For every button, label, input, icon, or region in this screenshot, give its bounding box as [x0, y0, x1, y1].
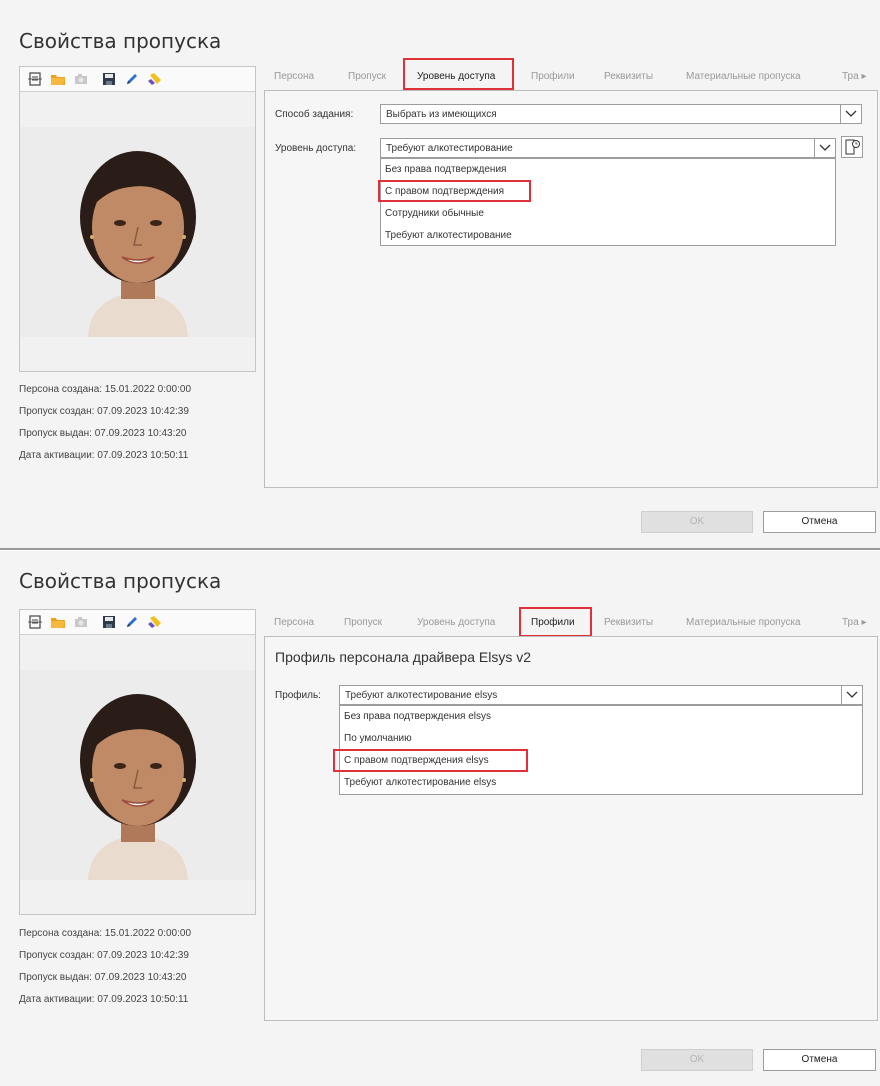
- list-item[interactable]: Без права подтверждения: [381, 159, 835, 181]
- method-select[interactable]: Выбрать из имеющихся: [380, 104, 862, 124]
- chevron-down-icon[interactable]: [841, 686, 862, 704]
- photo-panel: [19, 609, 256, 915]
- save-icon[interactable]: [100, 70, 118, 88]
- pass-created: Пропуск создан: 07.09.2023 10:42:39: [19, 950, 189, 961]
- list-item[interactable]: По умолчанию: [340, 728, 862, 750]
- tab-more[interactable]: Тра ▸: [842, 68, 866, 85]
- card-clock-icon[interactable]: [841, 136, 863, 158]
- photo-toolbar: [20, 67, 255, 92]
- tab-access-level[interactable]: Уровень доступа: [417, 614, 495, 631]
- dialog-bottom: Свойства пропуска Персона создана: 15.01…: [0, 551, 880, 1086]
- access-level-select[interactable]: Требуют алкотестирование: [380, 138, 836, 158]
- save-icon[interactable]: [100, 613, 118, 631]
- eraser-icon[interactable]: [146, 613, 164, 631]
- pass-meta: Персона создана: 15.01.2022 0:00:00 Проп…: [19, 923, 191, 1011]
- option-highlight: [378, 180, 531, 202]
- option-highlight: [333, 749, 528, 772]
- cancel-button[interactable]: Отмена: [763, 1049, 876, 1071]
- chevron-down-icon[interactable]: [814, 139, 835, 157]
- tab-requisites[interactable]: Реквизиты: [604, 68, 653, 85]
- tab-content: Профиль персонала драйвера Elsys v2 Проф…: [264, 636, 878, 1021]
- scan-icon[interactable]: [26, 70, 44, 88]
- cancel-button[interactable]: Отмена: [763, 511, 876, 533]
- eraser-icon[interactable]: [146, 70, 164, 88]
- tab-pass[interactable]: Пропуск: [348, 68, 386, 85]
- tab-material-passes[interactable]: Материальные пропуска: [686, 614, 801, 631]
- person-created: Персона создана: 15.01.2022 0:00:00: [19, 928, 192, 939]
- chevron-down-icon[interactable]: [840, 105, 861, 123]
- dialog-title: Свойства пропуска: [19, 29, 222, 53]
- tab-person[interactable]: Персона: [274, 68, 314, 85]
- tab-more[interactable]: Тра ▸: [842, 614, 866, 631]
- access-level-value: Требуют алкотестирование: [386, 143, 513, 154]
- pass-issued: Пропуск выдан: 07.09.2023 10:43:20: [19, 428, 187, 439]
- profile-heading: Профиль персонала драйвера Elsys v2: [275, 649, 531, 665]
- list-item[interactable]: Сотрудники обычные: [381, 203, 835, 225]
- tab-person[interactable]: Персона: [274, 614, 314, 631]
- camera-icon[interactable]: [72, 613, 90, 631]
- profile-select[interactable]: Требуют алкотестирование elsys: [339, 685, 863, 705]
- list-item[interactable]: Без права подтверждения elsys: [340, 706, 862, 728]
- scan-icon[interactable]: [26, 613, 44, 631]
- tab-highlight: [403, 58, 514, 90]
- tab-content: Способ задания: Выбрать из имеющихся Уро…: [264, 90, 878, 488]
- profile-value: Требуют алкотестирование elsys: [345, 690, 498, 701]
- tab-pass[interactable]: Пропуск: [344, 614, 382, 631]
- camera-icon[interactable]: [72, 70, 90, 88]
- method-value: Выбрать из имеющихся: [386, 109, 497, 120]
- ok-button[interactable]: OK: [641, 511, 753, 533]
- pass-created: Пропуск создан: 07.09.2023 10:42:39: [19, 406, 189, 417]
- list-item[interactable]: Требуют алкотестирование: [381, 225, 835, 247]
- activation-date: Дата активации: 07.09.2023 10:50:11: [19, 994, 189, 1005]
- dialog-top: Свойства пропуска Персона создана: 15.01…: [0, 0, 880, 550]
- person-photo: [20, 127, 255, 337]
- dialog-title: Свойства пропуска: [19, 569, 222, 593]
- profile-label: Профиль:: [275, 690, 321, 701]
- pass-meta: Персона создана: 15.01.2022 0:00:00 Проп…: [19, 379, 191, 467]
- list-item[interactable]: Требуют алкотестирование elsys: [340, 772, 862, 794]
- person-created: Персона создана: 15.01.2022 0:00:00: [19, 384, 192, 395]
- ok-button[interactable]: OK: [641, 1049, 753, 1071]
- access-level-label: Уровень доступа:: [275, 143, 357, 154]
- pass-issued: Пропуск выдан: 07.09.2023 10:43:20: [19, 972, 187, 983]
- person-photo: [20, 670, 255, 880]
- folder-icon[interactable]: [49, 613, 67, 631]
- tab-material-passes[interactable]: Материальные пропуска: [686, 68, 801, 85]
- activation-date: Дата активации: 07.09.2023 10:50:11: [19, 450, 189, 461]
- photo-toolbar: [20, 610, 255, 635]
- tab-highlight: [519, 607, 592, 637]
- folder-icon[interactable]: [49, 70, 67, 88]
- pen-icon[interactable]: [123, 613, 141, 631]
- tab-profiles[interactable]: Профили: [531, 68, 575, 85]
- method-label: Способ задания:: [275, 109, 354, 120]
- tab-requisites[interactable]: Реквизиты: [604, 614, 653, 631]
- photo-panel: [19, 66, 256, 372]
- access-level-dropdown: Без права подтверждения С правом подтвер…: [380, 158, 836, 246]
- pen-icon[interactable]: [123, 70, 141, 88]
